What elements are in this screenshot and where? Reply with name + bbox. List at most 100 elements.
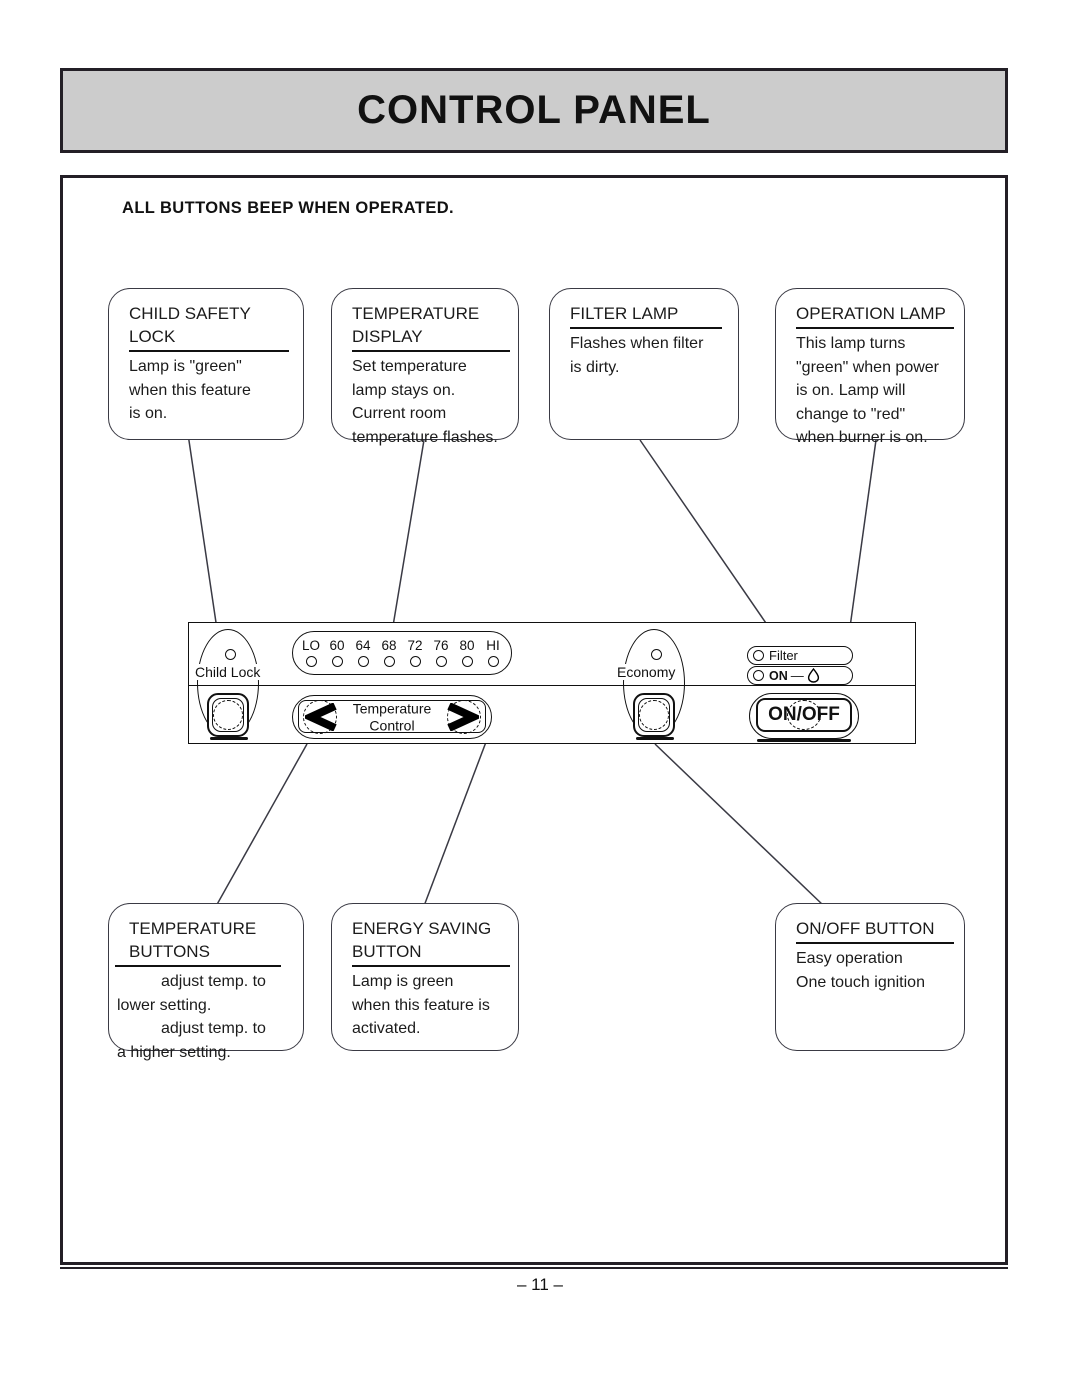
child-lock-button-shadow	[210, 737, 248, 740]
callout-temperature-display: TEMPERATURE DISPLAY Set temperature lamp…	[331, 288, 519, 446]
temperature-scale-step: 80	[454, 639, 480, 667]
callout-body-line: adjust temp. to	[161, 973, 266, 990]
callout-title-line2: BUTTONS	[129, 942, 210, 961]
temperature-scale-led-icon	[383, 656, 395, 667]
callout-filter-lamp: FILTER LAMP Flashes when filter is dirty…	[549, 288, 739, 440]
button-press-indicator-icon	[213, 700, 243, 730]
title-underline	[352, 350, 510, 352]
page-number: – 11 –	[516, 1275, 563, 1294]
temperature-scale-step: 72	[402, 639, 428, 667]
child-lock-button[interactable]	[207, 693, 249, 737]
filter-led-icon	[753, 650, 764, 661]
filter-lamp-indicator: Filter	[747, 646, 853, 665]
callout-body-line: One touch ignition	[796, 973, 925, 991]
temperature-scale-step: HI	[480, 639, 506, 667]
temperature-scale-step: 76	[428, 639, 454, 667]
title-underline	[129, 350, 289, 352]
title-underline	[115, 965, 281, 967]
callout-title-line1: TEMPERATURE	[129, 919, 257, 938]
title-underline	[796, 327, 954, 329]
callout-title-line1: ON/OFF BUTTON	[796, 919, 935, 938]
callout-body-line: Easy operation	[796, 950, 903, 967]
temperature-scale-led-icon	[409, 656, 421, 667]
temperature-scale-led-icon	[357, 656, 369, 667]
callout-body-line: lamp stays on.	[352, 381, 456, 399]
callout-body-line: Flashes when filter	[570, 335, 704, 352]
page-header-banner: CONTROL PANEL	[60, 68, 1008, 153]
onoff-button-shadow	[757, 739, 851, 742]
callout-body-line: is on.	[129, 405, 168, 422]
on-indicator-dash: —	[790, 668, 804, 683]
energy-saving-button[interactable]	[633, 693, 675, 737]
callout-operation-lamp: OPERATION LAMP This lamp turns "green" w…	[775, 288, 965, 446]
economy-label: Economy	[617, 664, 676, 680]
callout-body-line: temperature flashes.	[352, 428, 498, 446]
onoff-button[interactable]: ON/OFF	[749, 693, 859, 739]
operation-lamp-indicator: ON —	[747, 666, 853, 685]
callout-body-line: when this feature is	[352, 996, 490, 1014]
callout-title-line1: FILTER LAMP	[570, 304, 679, 323]
temperature-scale-step: LO	[298, 639, 324, 667]
temperature-display-readout: LO 60 64 68 72 76 80 HI	[292, 631, 512, 675]
temperature-scale-step: 60	[324, 639, 350, 667]
temperature-scale-label: LO	[301, 638, 320, 653]
callout-title-line2: BUTTON	[352, 942, 422, 961]
child-lock-label: Child Lock	[195, 664, 261, 680]
callout-body-line: Current room	[352, 405, 447, 422]
callout-title-line2: LOCK	[129, 327, 176, 346]
page-title: CONTROL PANEL	[357, 88, 711, 132]
callout-title-line1: TEMPERATURE	[352, 304, 480, 323]
callout-temperature-buttons: TEMPERATURE BUTTONS adjust temp. to lowe…	[108, 903, 304, 1061]
temperature-control-label: Temperature Control	[352, 700, 432, 734]
callout-onoff-button: ON/OFF BUTTON Easy operation One touch i…	[775, 903, 965, 1051]
button-press-indicator-icon	[639, 700, 669, 730]
temperature-scale-step: 68	[376, 639, 402, 667]
callout-body-line: activated.	[352, 1020, 421, 1037]
operation-led-icon	[753, 670, 764, 681]
callout-title-line1: ENERGY SAVING	[352, 919, 492, 938]
title-underline	[570, 327, 722, 329]
callout-body-line: a higher setting.	[117, 1043, 231, 1061]
callout-body-line: is dirty.	[570, 358, 620, 376]
temperature-scale-label: 64	[355, 638, 371, 653]
temperature-scale-label: 76	[433, 638, 449, 653]
callout-body-line: This lamp turns	[796, 335, 906, 352]
temperature-scale-label: 72	[407, 638, 423, 653]
panel-divider	[189, 685, 915, 686]
child-lock-led-icon	[225, 649, 236, 660]
flame-icon	[807, 668, 819, 683]
callout-body-line: Lamp is "green"	[129, 358, 242, 375]
callout-body-line: adjust temp. to	[161, 1020, 266, 1037]
callout-title-line1: CHILD SAFETY	[129, 304, 251, 323]
callout-body-line: Set temperature	[352, 358, 467, 375]
beep-notice: ALL BUTTONS BEEP WHEN OPERATED.	[122, 199, 455, 217]
callout-body-line: is on. Lamp will	[796, 382, 906, 399]
energy-saving-button-shadow	[636, 737, 674, 740]
callout-energy-saving-button: ENERGY SAVING BUTTON Lamp is green when …	[331, 903, 519, 1051]
footer-rule	[60, 1267, 1008, 1269]
title-underline	[796, 942, 954, 944]
callout-body-line: "green" when power	[796, 358, 939, 376]
callout-title-line2: DISPLAY	[352, 327, 423, 346]
temperature-scale-led-icon	[331, 656, 343, 667]
title-underline	[352, 965, 510, 967]
onoff-button-label: ON/OFF	[768, 704, 840, 725]
temperature-scale-led-icon	[461, 656, 473, 667]
filter-indicator-label: Filter	[769, 648, 798, 663]
temperature-scale-led-icon	[435, 656, 447, 667]
temperature-scale-led-icon	[305, 656, 317, 667]
callout-body-line: when burner is on.	[796, 429, 928, 446]
callout-body-line: lower setting.	[117, 996, 212, 1014]
callout-child-safety-lock: CHILD SAFETY LOCK Lamp is "green" when t…	[108, 288, 304, 440]
temperature-scale-led-icon	[487, 656, 499, 667]
callout-body-line: change to "red"	[796, 405, 906, 423]
temperature-scale-label: 68	[381, 638, 397, 653]
callout-title-line1: OPERATION LAMP	[796, 304, 946, 323]
callout-body-line: when this feature	[129, 381, 251, 399]
temperature-scale-label: 80	[459, 638, 475, 653]
temperature-control-buttons[interactable]: Temperature Control	[292, 695, 492, 739]
temperature-scale-step: 64	[350, 639, 376, 667]
on-indicator-label: ON	[769, 668, 788, 683]
temperature-scale-label: 60	[329, 638, 345, 653]
callout-body-line: Lamp is green	[352, 973, 454, 990]
